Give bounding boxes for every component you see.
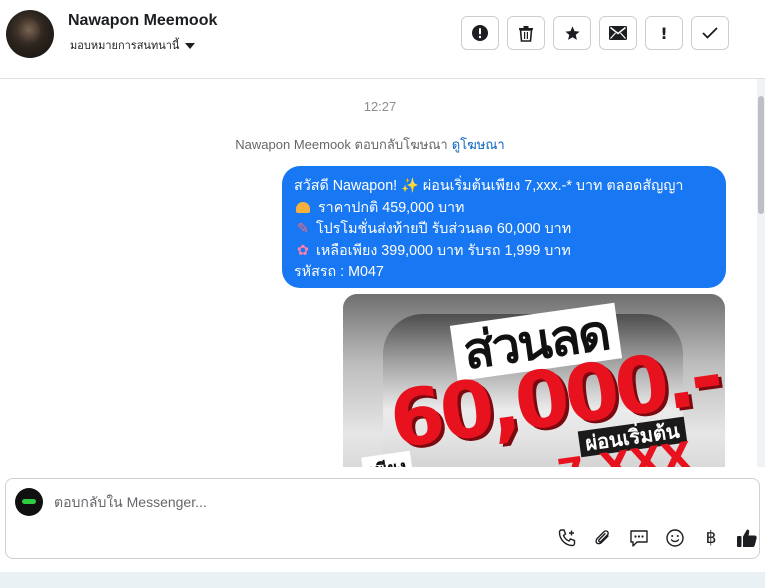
composer-tools: ฿ <box>549 527 765 549</box>
message-line-2: ราคาปกติ 459,000 บาท <box>294 198 714 220</box>
ad-reply-text: Nawapon Meemook ตอบกลับโฆษณา <box>235 137 448 152</box>
mark-done-button[interactable] <box>691 16 729 50</box>
bottom-strip <box>0 572 765 588</box>
outgoing-message-bubble[interactable]: สวัสดี Nawapon! ✨ ผ่อนเริ่มต้นเพียง 7,xx… <box>282 166 726 288</box>
attachment-icon <box>595 530 609 545</box>
message-line-5: รหัสรถ : M047 <box>294 264 384 280</box>
contact-name[interactable]: Nawapon Meemook <box>68 12 217 30</box>
caret-down-icon <box>185 42 196 49</box>
alert-circle-icon <box>472 25 488 41</box>
baht-icon: ฿ <box>705 528 717 548</box>
star-button[interactable] <box>553 16 591 50</box>
like-button[interactable] <box>729 527 765 549</box>
envelope-icon <box>609 26 627 40</box>
saved-reply-icon <box>630 529 648 547</box>
delete-button[interactable] <box>507 16 545 50</box>
contact-avatar[interactable] <box>6 10 54 58</box>
assign-conversation-dropdown[interactable]: มอบหมายการสนทนานี้ <box>70 36 196 54</box>
conversation-header: Nawapon Meemook มอบหมายการสนทนานี้ ! <box>0 0 765 79</box>
bell-emoji-icon <box>296 201 310 213</box>
mark-spam-button[interactable] <box>461 16 499 50</box>
star-icon <box>564 25 580 40</box>
checkmark-icon <box>702 27 718 39</box>
payment-button[interactable]: ฿ <box>693 527 729 549</box>
ribbon-emoji-icon: ✿ <box>297 242 309 259</box>
call-button[interactable] <box>549 527 585 549</box>
assign-label: มอบหมายการสนทนานี้ <box>70 40 180 52</box>
message-line-1: สวัสดี Nawapon! ✨ ผ่อนเริ่มต้นเพียง 7,xx… <box>294 178 684 194</box>
message-line-3: ✎ โปรโมชั่นส่งท้ายปี รับส่วนลด 60,000 บาท <box>294 219 714 241</box>
exclamation-icon: ! <box>660 23 668 43</box>
mark-unread-button[interactable] <box>599 16 637 50</box>
ad-image-attachment[interactable]: ส่วนลด 60,000.- เพียง ผ่อนเริ่มต้น 7,XXX <box>343 294 725 494</box>
emoji-button[interactable] <box>657 527 693 549</box>
saved-replies-button[interactable] <box>621 527 657 549</box>
trash-icon <box>519 25 533 42</box>
pin-emoji-icon: ✎ <box>297 221 309 237</box>
emoji-icon <box>666 529 684 547</box>
follow-up-button[interactable]: ! <box>645 16 683 50</box>
attach-file-button[interactable] <box>585 527 621 549</box>
call-icon <box>558 529 576 547</box>
message-line-4: ✿ เหลือเพียง 399,000 บาท รับรถ 1,999 บาท <box>294 241 714 263</box>
thumbs-up-icon <box>737 529 757 547</box>
ad-reply-note: Nawapon Meemook ตอบกลับโฆษณา ดูโฆษณา <box>0 134 740 155</box>
header-actions: ! <box>461 16 729 50</box>
reply-composer: ฿ <box>5 478 760 559</box>
view-ad-link[interactable]: ดูโฆษณา <box>452 137 505 152</box>
reply-input[interactable] <box>54 492 554 512</box>
message-timestamp: 12:27 <box>363 99 397 114</box>
page-avatar <box>15 488 43 516</box>
